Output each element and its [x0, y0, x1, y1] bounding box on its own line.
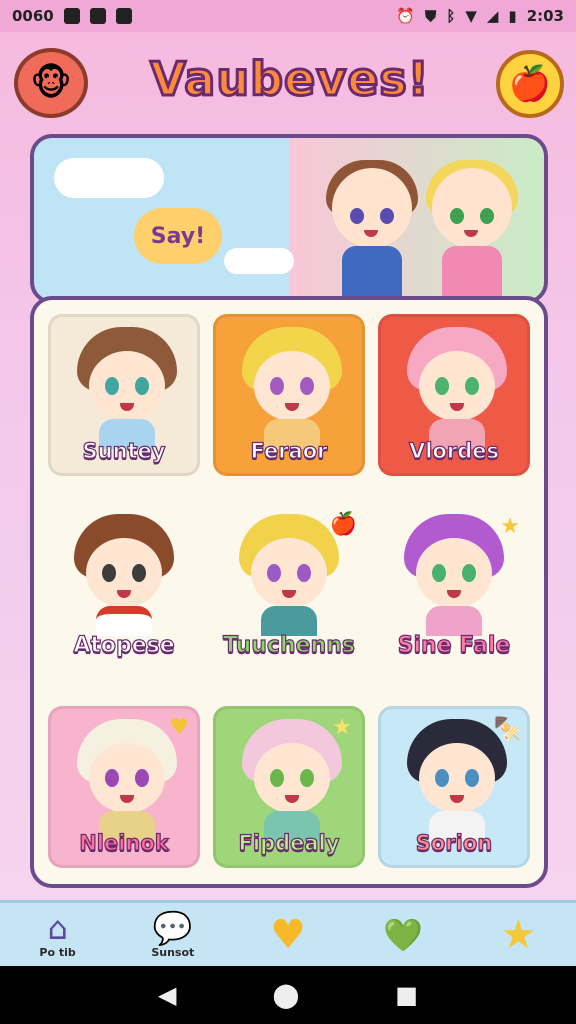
character-portrait: [407, 327, 507, 449]
battery-icon: ▮: [508, 7, 517, 25]
speech-bubble: Say!: [134, 208, 222, 264]
home-button-icon[interactable]: ⬤: [272, 981, 299, 1009]
shield-icon: ⛊: [425, 7, 437, 25]
nav-label: Sunsot: [151, 946, 195, 959]
nav-favorites[interactable]: ♥: [230, 903, 345, 966]
character-card[interactable]: Atopese: [48, 504, 200, 666]
character-grid-panel: Suntey Feraor Vlordes Atopese 🍎 Tuuchenn…: [30, 296, 548, 888]
character-portrait: [239, 514, 339, 636]
nav-gifts[interactable]: 💚: [346, 903, 461, 966]
character-name: Tuuchenns: [222, 632, 355, 658]
banner-character-left: [324, 160, 420, 300]
notification-icon: [63, 8, 80, 24]
banner-character-right: [424, 160, 520, 300]
heart-icon: ♥: [270, 911, 306, 958]
star-icon: ★: [500, 911, 537, 958]
character-card[interactable]: Suntey: [48, 314, 200, 476]
character-card[interactable]: ★ Sine Fale: [378, 504, 530, 666]
system-nav-bar: ◀ ⬤ ■: [0, 966, 576, 1024]
featured-banner[interactable]: Say!: [30, 134, 548, 304]
status-bar: 0060 ⏰ ⛊ ᛒ ▼ ◢ ▮ 2:03: [0, 0, 576, 32]
recents-icon[interactable]: ■: [395, 981, 418, 1009]
cloud-decoration: [54, 158, 164, 198]
character-card[interactable]: Feraor: [213, 314, 365, 476]
ice-cream-icon: 🍢: [493, 717, 521, 742]
alarm-icon: ⏰: [396, 7, 416, 25]
character-portrait: [242, 327, 342, 449]
nav-stars[interactable]: ★: [461, 903, 576, 966]
gift-heart-icon: 💚: [383, 915, 424, 954]
character-name: Sine Fale: [397, 632, 511, 658]
heart-icon: ♥: [169, 715, 189, 740]
cloud-decoration: [224, 248, 294, 274]
bottom-nav: ⌂ Po tib 💬 Sunsot ♥ 💚 ★: [0, 900, 576, 966]
header: 🐵 Vaubeves! 🍎: [0, 38, 576, 124]
nav-home[interactable]: ⌂ Po tib: [0, 903, 115, 966]
character-portrait: [242, 719, 342, 841]
back-icon[interactable]: ◀: [158, 981, 176, 1009]
character-portrait: [77, 327, 177, 449]
character-name: Fipdealy: [238, 830, 340, 855]
message-icon: [115, 8, 132, 24]
character-card[interactable]: 🍢 Sorion: [378, 706, 530, 868]
character-name: Sorion: [415, 830, 493, 855]
status-left-text: 0060: [12, 7, 54, 25]
signal-icon: ◢: [486, 7, 499, 25]
character-card[interactable]: Vlordes: [378, 314, 530, 476]
monkey-face-icon[interactable]: 🐵: [14, 48, 88, 118]
character-name: Suntey: [82, 438, 166, 463]
status-time: 2:03: [526, 7, 564, 25]
character-card[interactable]: ♥ Nleinok: [48, 706, 200, 868]
wifi-icon: ▼: [465, 7, 477, 25]
character-name: Nleinok: [79, 830, 170, 855]
apple-icon: 🍎: [329, 512, 357, 537]
character-name: Vlordes: [408, 438, 499, 463]
character-card[interactable]: 🍎 Tuuchenns: [213, 504, 365, 666]
character-portrait: [404, 514, 504, 636]
chat-bubbles-icon: 💬: [152, 909, 193, 947]
star-icon: ★: [332, 715, 352, 740]
bluetooth-icon: ᛒ: [446, 7, 456, 25]
apple-icon[interactable]: 🍎: [496, 50, 564, 118]
nav-label: Po tib: [39, 946, 76, 959]
nav-chat[interactable]: 💬 Sunsot: [115, 903, 230, 966]
character-portrait: [77, 719, 177, 841]
character-name: Feraor: [250, 438, 328, 463]
home-icon: ⌂: [47, 909, 68, 947]
character-card[interactable]: ★ Fipdealy: [213, 706, 365, 868]
character-portrait: [74, 514, 174, 636]
star-icon: ★: [500, 514, 520, 539]
app-notification-icon: [89, 8, 106, 24]
character-name: Atopese: [73, 632, 176, 658]
character-portrait: [407, 719, 507, 841]
app-title: Vaubeves!: [149, 51, 431, 108]
